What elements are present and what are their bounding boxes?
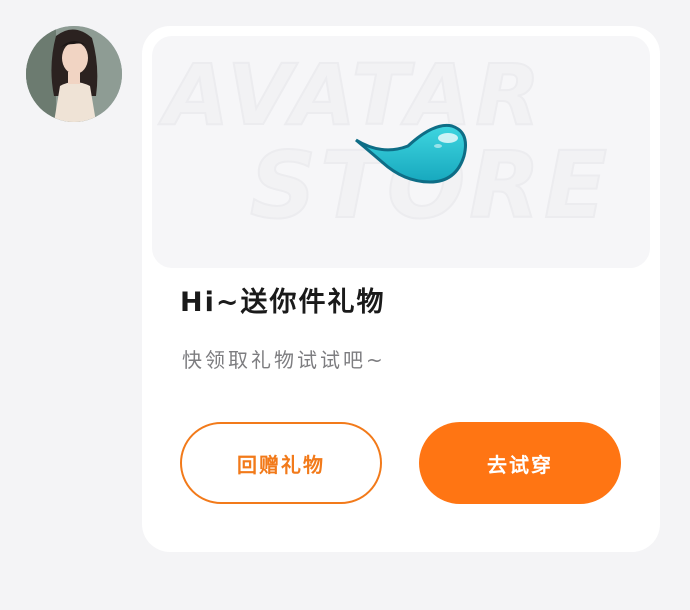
try-on-button[interactable]: 去试穿 bbox=[419, 422, 621, 504]
gift-card: AVATAR STORE Hi~送你件礼物 快领取礼物试试吧~ 回赠礼物 去试穿 bbox=[142, 26, 660, 552]
avatar-store-banner: AVATAR STORE bbox=[152, 36, 650, 268]
avatar[interactable] bbox=[26, 26, 122, 122]
gift-title: Hi~送你件礼物 bbox=[180, 287, 386, 318]
gift-subtitle: 快领取礼物试试吧~ bbox=[182, 348, 386, 372]
return-gift-button[interactable]: 回赠礼物 bbox=[180, 422, 382, 504]
avatar-image bbox=[26, 26, 122, 122]
droplet-icon bbox=[355, 123, 467, 184]
